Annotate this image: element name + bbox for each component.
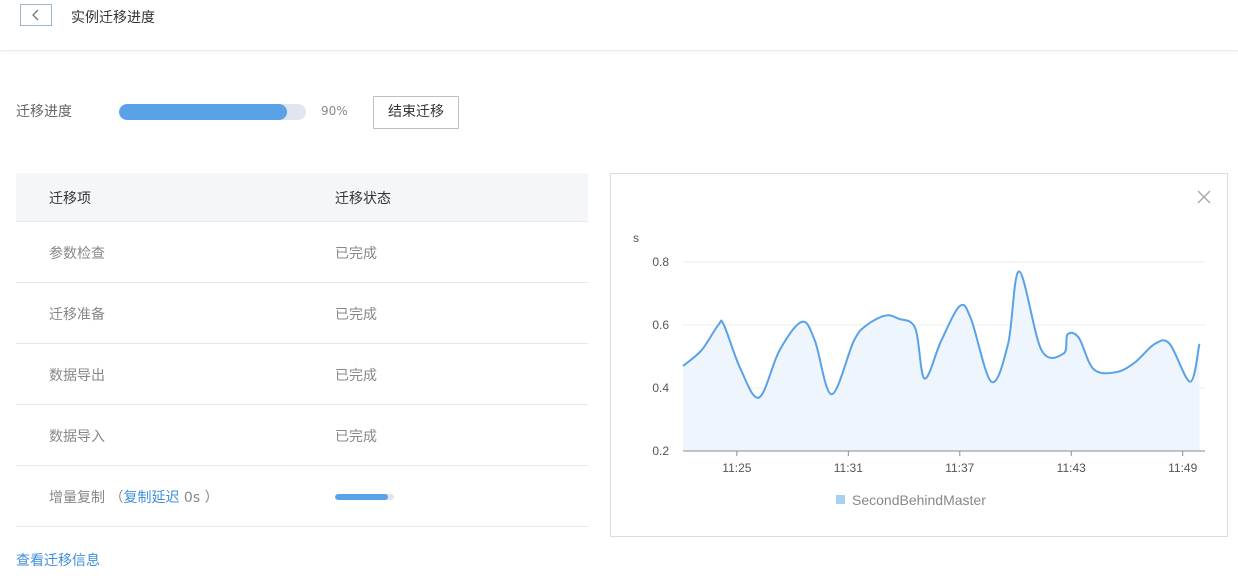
table-row: 迁移准备 已完成 [16, 283, 588, 344]
x-tick-label: 11:49 [1168, 461, 1197, 475]
page-title: 实例迁移进度 [71, 10, 155, 26]
row-status: 已完成 [335, 368, 377, 384]
table-row: 数据导出 已完成 [16, 344, 588, 405]
x-tick-label: 11:25 [722, 461, 751, 475]
table-row: 参数检查 已完成 [16, 222, 588, 283]
migration-progress-fill [119, 104, 288, 120]
table-header: 迁移项 迁移状态 [16, 173, 588, 222]
row-item: 数据导入 [49, 429, 105, 445]
table-row: 数据导入 已完成 [16, 405, 588, 466]
paren-open: （ [109, 490, 124, 506]
y-tick-label: 0.4 [652, 381, 669, 395]
row-item: 迁移准备 [49, 307, 105, 323]
incremental-progress-fill [335, 494, 389, 500]
x-tick-label: 11:37 [945, 461, 974, 475]
close-icon[interactable] [1197, 190, 1211, 204]
incremental-progress-bar [335, 494, 394, 500]
row-item-label: 增量复制 [49, 490, 105, 506]
y-tick-label: 0.6 [652, 318, 669, 332]
x-tick-label: 11:43 [1057, 461, 1086, 475]
row-item: 数据导出 [49, 368, 105, 384]
progress-label: 迁移进度 [16, 104, 72, 120]
legend-swatch [836, 495, 845, 504]
column-header-item: 迁移项 [49, 191, 91, 207]
table-row-incremental: 增量复制 （复制延迟 0s ） [16, 466, 588, 527]
row-status: 已完成 [335, 307, 377, 323]
page-header: 实例迁移进度 [0, 0, 1238, 51]
chevron-left-icon [32, 9, 39, 21]
y-axis-label: s [633, 231, 639, 245]
y-tick-label: 0.8 [652, 255, 669, 269]
migration-progress-bar [119, 104, 306, 120]
column-header-status: 迁移状态 [335, 191, 391, 207]
paren-close: ） [204, 490, 219, 506]
back-button[interactable] [20, 4, 52, 26]
replication-delay-value: 0s [183, 490, 201, 506]
row-status: 已完成 [335, 429, 377, 445]
end-migration-button[interactable]: 结束迁移 [373, 96, 459, 129]
view-migration-info-link[interactable]: 查看迁移信息 [16, 550, 100, 570]
row-item-incremental: 增量复制 （复制延迟 0s ） [49, 487, 219, 507]
x-tick-label: 11:31 [834, 461, 863, 475]
legend-label: SecondBehindMaster [852, 492, 986, 508]
y-tick-label: 0.2 [652, 444, 669, 458]
migration-table: 迁移项 迁移状态 参数检查 已完成 迁移准备 已完成 数据导出 已完成 数据导入… [16, 173, 588, 527]
delay-chart-panel: s 0.2 0.4 0.6 0.8 11:25 11:31 11:37 11:43 11:49 Se… [610, 173, 1228, 537]
progress-percent: 90% [321, 104, 348, 118]
replication-delay-link[interactable]: 复制延迟 [123, 490, 179, 506]
row-item: 参数检查 [49, 246, 105, 262]
delay-chart: s 0.2 0.4 0.6 0.8 11:25 11:31 11:37 11:43 11:49 Se… [633, 231, 1205, 508]
row-status: 已完成 [335, 246, 377, 262]
series-area [683, 271, 1200, 451]
